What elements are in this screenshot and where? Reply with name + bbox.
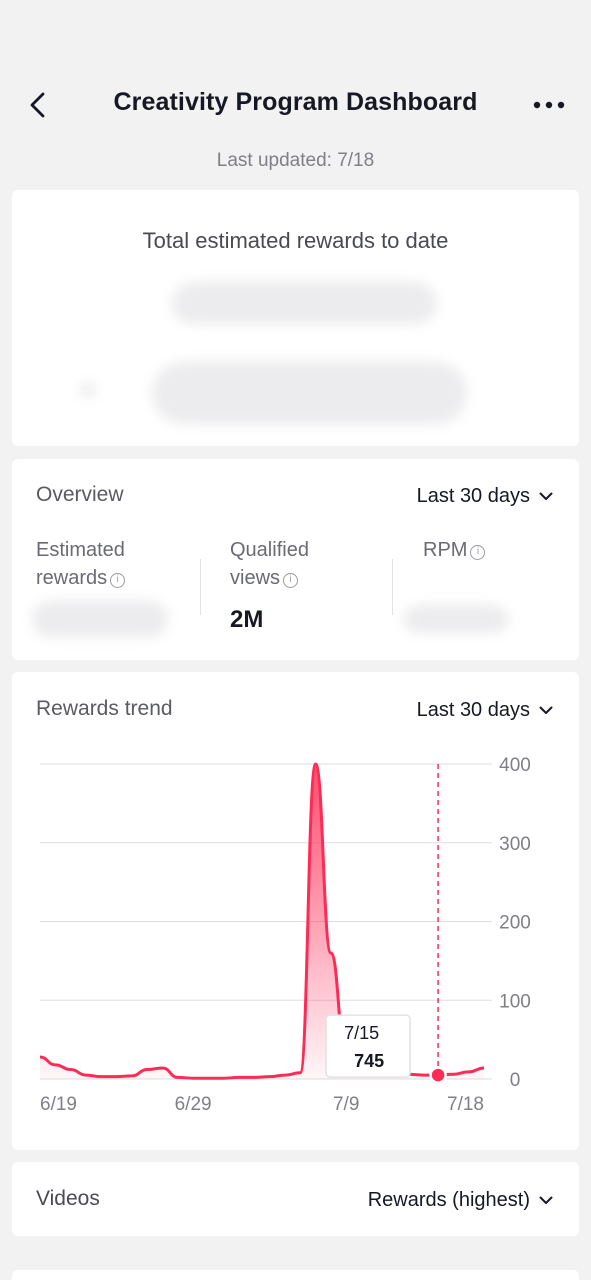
y-tick-label: 100 xyxy=(499,991,531,1012)
more-options-button[interactable] xyxy=(531,94,567,116)
highlight-point xyxy=(429,1066,447,1084)
y-tick-label: 400 xyxy=(499,755,531,776)
metric-divider xyxy=(200,559,201,615)
overview-range-label: Last 30 days xyxy=(416,485,530,507)
redacted-estimated-rewards xyxy=(32,601,168,637)
redacted-rpm xyxy=(404,605,508,633)
info-icon[interactable]: i xyxy=(110,573,126,588)
info-icon[interactable]: i xyxy=(470,545,486,560)
overview-heading: Overview xyxy=(36,483,124,506)
metric-divider xyxy=(392,559,393,615)
redacted-amount xyxy=(172,282,437,324)
last-updated-text: Last updated: 7/18 xyxy=(216,150,375,171)
videos-sort-label: Rewards (highest) xyxy=(367,1189,530,1211)
redacted-mark xyxy=(80,382,96,398)
header: Creativity Program Dashboard xyxy=(0,0,591,140)
x-tick-label: 6/19 xyxy=(40,1094,77,1115)
info-icon[interactable]: i xyxy=(283,573,299,588)
total-rewards-card: Total estimated rewards to date xyxy=(12,190,579,446)
total-rewards-title: Total estimated rewards to date xyxy=(142,228,449,253)
page-title: Creativity Program Dashboard xyxy=(113,88,478,116)
x-tick-label: 6/29 xyxy=(175,1094,212,1115)
tooltip-date: 7/15 xyxy=(344,1023,379,1043)
chevron-down-icon xyxy=(539,1196,553,1204)
videos-sort-select[interactable]: Rewards (highest) xyxy=(368,1189,553,1212)
next-card xyxy=(12,1270,579,1280)
tooltip-value: 745 xyxy=(354,1051,384,1071)
overview-card: Overview Last 30 days Estimated rewards i… xyxy=(12,459,579,660)
rewards-trend-chart[interactable]: 0 100 200 300 400 7/15 745 6/19 6/29 7/9 7/18 xyxy=(12,672,579,1150)
chevron-down-icon xyxy=(539,492,553,500)
x-tick-label: 7/18 xyxy=(447,1094,484,1115)
videos-card: Videos Rewards (highest) xyxy=(12,1162,579,1236)
y-tick-label: 0 xyxy=(510,1070,521,1091)
y-tick-label: 200 xyxy=(499,913,531,934)
videos-heading: Videos xyxy=(36,1187,100,1210)
overview-range-select[interactable]: Last 30 days xyxy=(417,485,553,508)
metric-qualified-views-value: 2M xyxy=(230,606,264,633)
metric-estimated-rewards-label: Estimated rewards i xyxy=(36,539,126,589)
metric-qualified-views-label: Qualified views i xyxy=(230,539,309,589)
x-tick-label: 7/9 xyxy=(333,1094,359,1115)
rewards-trend-card: Rewards trend Last 30 days 0 100 200 300 400… xyxy=(12,672,579,1150)
y-tick-label: 300 xyxy=(499,834,531,855)
redacted-detail xyxy=(152,362,467,424)
more-dots-icon xyxy=(533,101,565,109)
metric-rpm-label: RPM i xyxy=(423,536,486,564)
